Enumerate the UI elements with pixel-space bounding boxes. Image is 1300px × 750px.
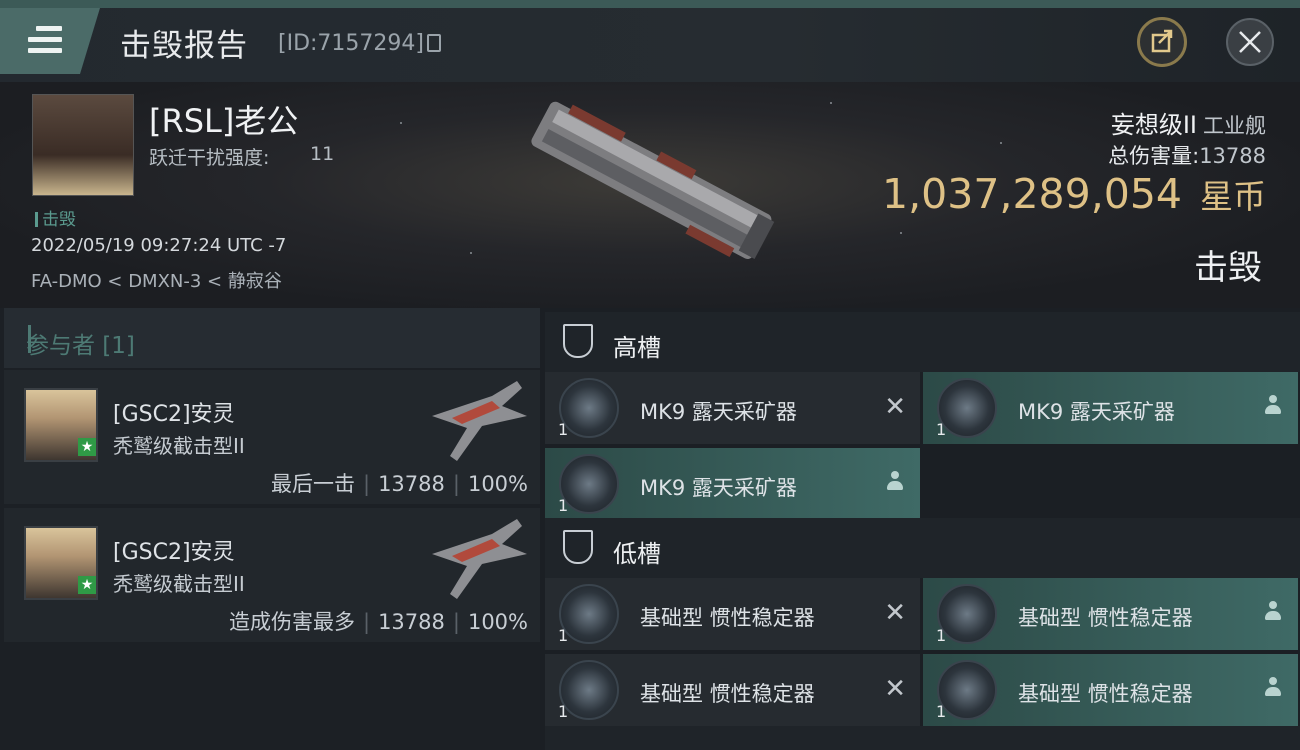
participant-role: 最后一击 — [270, 472, 355, 496]
module-name: 基础型 惯性稳定器 — [640, 606, 815, 630]
destroyed-x-icon: ✕ — [884, 598, 906, 628]
copy-icon[interactable] — [427, 34, 441, 52]
module-name: 基础型 惯性稳定器 — [1018, 606, 1193, 630]
participant-stats: 造成伤害最多 | 13788 | 100% — [228, 610, 528, 634]
module-qty: 1 — [558, 626, 569, 645]
module-qty: 1 — [936, 420, 947, 439]
disrupt-value: 11 — [310, 143, 335, 165]
close-icon — [1239, 31, 1261, 53]
participant-ship: 秃鹫级截击型II — [113, 434, 245, 458]
status-tag: 击毁 — [35, 205, 76, 230]
ship-name: 妄想级II — [1110, 111, 1197, 139]
participant-role: 造成伤害最多 — [228, 610, 355, 634]
report-id: [ID:7157294] — [278, 31, 424, 56]
victim-ship-image[interactable] — [505, 95, 795, 270]
participant-name: [GSC2]安灵 — [113, 540, 235, 565]
module-qty: 1 — [558, 702, 569, 721]
participant-ship: 秃鹫级截击型II — [113, 572, 245, 596]
module-item[interactable]: 1 基础型 惯性稳定器 ✕ — [545, 578, 920, 650]
module-item[interactable]: 1 基础型 惯性稳定器 ✕ — [545, 654, 920, 726]
hamburger-icon — [28, 26, 62, 54]
share-icon — [1151, 29, 1173, 53]
participant-row[interactable]: ★ [GSC2]安灵 秃鹫级截击型II 造成伤害最多 | 13788 | 100% — [4, 508, 540, 642]
module-item[interactable]: 1 基础型 惯性稳定器 — [923, 578, 1298, 650]
module-name: MK9 露天采矿器 — [640, 400, 797, 424]
module-item[interactable]: 1 MK9 露天采矿器 ✕ — [545, 372, 920, 444]
disrupt-label: 跃迁干扰强度: — [149, 147, 270, 169]
dropped-person-icon — [886, 470, 904, 494]
total-damage-label: 总伤害量: — [1108, 144, 1200, 168]
kill-result: 击毁 — [1194, 248, 1262, 288]
corp-star-icon: ★ — [78, 438, 96, 456]
kill-datetime: 2022/05/19 09:27:24 UTC -7 — [31, 235, 287, 256]
participant-ship-image — [432, 519, 527, 599]
participant-name: [GSC2]安灵 — [113, 402, 235, 427]
participant-percent: 100% — [467, 610, 528, 634]
module-name: 基础型 惯性稳定器 — [1018, 682, 1193, 706]
participant-percent: 100% — [467, 472, 528, 496]
destroyed-x-icon: ✕ — [884, 674, 906, 704]
isk-value: 1,037,289,054 星币 — [882, 170, 1266, 218]
participant-damage: 13788 — [378, 472, 445, 496]
shield-slot-icon — [563, 530, 593, 564]
dropped-person-icon — [1264, 600, 1282, 624]
share-button[interactable] — [1137, 17, 1187, 67]
module-name: 基础型 惯性稳定器 — [640, 682, 815, 706]
participant-damage: 13788 — [378, 610, 445, 634]
page-title: 击毁报告 — [120, 28, 248, 64]
module-item[interactable]: 1 MK9 露天采矿器 — [545, 448, 920, 520]
next-section-peek — [545, 726, 1300, 750]
participants-title: 参与者 [1] — [26, 333, 135, 359]
participant-ship-image — [432, 381, 527, 461]
participant-stats: 最后一击 | 13788 | 100% — [270, 472, 528, 496]
destroyed-x-icon: ✕ — [884, 392, 906, 422]
high-slot-label: 高槽 — [613, 334, 661, 362]
dropped-person-icon — [1264, 676, 1282, 700]
isk-unit: 星币 — [1200, 177, 1266, 216]
top-accent-strip — [0, 0, 1300, 8]
participant-row[interactable]: ★ [GSC2]安灵 秃鹫级截击型II 最后一击 | 13788 | 100% — [4, 370, 540, 504]
module-qty: 1 — [936, 626, 947, 645]
low-slot-label: 低槽 — [613, 540, 661, 568]
ship-class: 工业舰 — [1203, 114, 1266, 138]
module-qty: 1 — [558, 420, 569, 439]
module-name: MK9 露天采矿器 — [1018, 400, 1175, 424]
victim-ship-type[interactable]: 妄想级II 工业舰 — [1111, 105, 1266, 140]
dropped-person-icon — [1264, 394, 1282, 418]
close-button[interactable] — [1226, 18, 1274, 66]
kill-location[interactable]: FA-DMO < DMXN-3 < 静寂谷 — [31, 267, 282, 293]
shield-slot-icon — [563, 324, 593, 358]
module-qty: 1 — [558, 496, 569, 515]
module-item[interactable]: 1 基础型 惯性稳定器 — [923, 654, 1298, 726]
isk-amount: 1,037,289,054 — [882, 170, 1182, 218]
module-qty: 1 — [936, 702, 947, 721]
corp-star-icon: ★ — [78, 576, 96, 594]
high-slot-header: 高槽 — [545, 312, 1300, 372]
total-damage-value: 13788 — [1199, 144, 1266, 168]
module-name: MK9 露天采矿器 — [640, 476, 797, 500]
low-slot-header: 低槽 — [545, 518, 1300, 578]
participants-header: 参与者 [1] — [4, 308, 540, 368]
module-item[interactable]: 1 MK9 露天采矿器 — [923, 372, 1298, 444]
victim-portrait[interactable] — [32, 94, 134, 196]
total-damage: 总伤害量:13788 — [1108, 140, 1266, 170]
victim-pilot-name[interactable]: [RSL]老公 — [149, 96, 298, 142]
